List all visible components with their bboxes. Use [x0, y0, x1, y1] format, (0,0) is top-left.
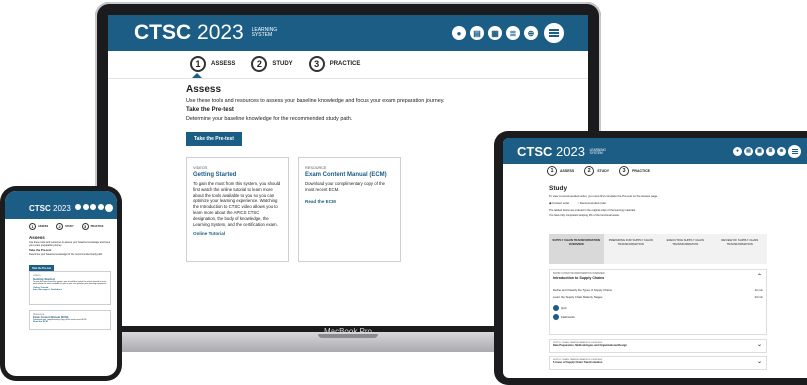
pretest-heading: Take the Pre-test — [186, 107, 234, 113]
section-five-areas[interactable]: SUPPLY CHAIN TRANSFORMATION OVERVIEW 5 A… — [549, 356, 767, 370]
chevron-up-icon[interactable]: ⌃ — [757, 273, 762, 280]
app-header: CTSC 2023 LEARNING SYSTEM ● ▤ ▦ ≣ ⊕ — [108, 15, 588, 51]
page-intro: Use these tools and resources to assess … — [29, 241, 111, 247]
page-intro: Use these tools and resources to assess … — [186, 98, 445, 104]
chevron-down-icon[interactable]: ⌄ — [757, 341, 762, 348]
quiz-icon — [553, 305, 559, 311]
lesson-row[interactable]: Learn the Supply Chain Maturity Stages 23… — [553, 295, 763, 299]
section-title[interactable]: Introduction to Supply Chains — [553, 276, 763, 280]
card-body: To gain the most from this system, you s… — [193, 181, 281, 227]
step-practice[interactable]: 3 PRACTICE — [81, 223, 103, 230]
card-title: Getting Started — [193, 172, 237, 178]
read-ecm-link[interactable]: Read the ECM — [305, 199, 394, 204]
section-introduction: SUPPLY CHAIN TRANSFORMATION OVERVIEW Int… — [549, 269, 767, 335]
section-data-preparation[interactable]: SUPPLY CHAIN TRANSFORMATION OVERVIEW Dat… — [549, 339, 767, 353]
chevron-down-icon[interactable]: ⌄ — [757, 358, 762, 365]
pretest-description: Determine your baseline knowledge for th… — [186, 116, 353, 122]
profile-icon[interactable]: ● — [452, 26, 466, 40]
tablet-header: CTSC 2023 LEARNING SYSTEM ● ▤ ▦ ≣ ⊕ — [503, 138, 807, 164]
calendar-icon[interactable] — [90, 204, 96, 210]
step-nav: 1 ASSESS 2 STUDY 3 PRACTICE — [29, 223, 103, 230]
list-icon[interactable]: ≣ — [506, 26, 520, 40]
page-title: Study — [549, 185, 568, 192]
card-body: Download your complimentary copy of the … — [305, 181, 386, 192]
menu-icon[interactable] — [788, 144, 801, 158]
intro-guidelines-link[interactable]: Intro Messages / Guidelines — [33, 289, 107, 291]
step-assess[interactable]: 1 ASSESS — [29, 223, 48, 230]
divider — [108, 78, 588, 79]
quiz-item[interactable]: Quiz — [553, 305, 763, 311]
step-study[interactable]: 2 STUDY — [56, 223, 74, 230]
lesson-row[interactable]: Define and Classify the Types of Supply … — [553, 288, 763, 292]
step-practice[interactable]: 3 PRACTICE — [619, 166, 650, 176]
phone-header: CTSC 2023 — [5, 191, 117, 219]
flashcards-icon — [553, 314, 559, 320]
catalog-icon[interactable]: ▤ — [470, 26, 484, 40]
catalog-icon[interactable] — [82, 204, 89, 210]
list-icon[interactable]: ≣ — [766, 146, 775, 156]
tab-executing[interactable]: EXECUTING SUPPLY CHAIN TRANSFORMATION — [658, 234, 713, 264]
laptop-notch — [318, 334, 378, 338]
step-assess[interactable]: 1 ASSESS — [547, 166, 574, 176]
catalog-icon[interactable]: ▤ — [744, 146, 753, 156]
step-study[interactable]: 2 STUDY — [584, 166, 609, 176]
step-assess[interactable]: 1 ASSESS — [190, 56, 235, 72]
recommended-order-radio[interactable]: ○ Recommended order — [577, 201, 606, 205]
card-title: Exam Content Manual (ECM) — [305, 172, 387, 178]
menu-icon[interactable] — [544, 23, 564, 43]
tab-preparing[interactable]: PREPARING FOR SUPPLY CHAIN TRANSFORMATIO… — [604, 234, 659, 264]
getting-started-card: VIDEOS Getting Started To gain the most … — [29, 271, 111, 305]
content-order-radio[interactable]: ◉ Content order — [549, 201, 569, 205]
profile-icon[interactable] — [75, 204, 81, 210]
getting-started-card: VIDEOS Getting Started To gain the most … — [186, 157, 289, 262]
flashcards-item[interactable]: Flashcards — [553, 314, 763, 320]
list-icon[interactable] — [97, 204, 104, 210]
pretest-description: Determine your baseline knowledge for th… — [29, 253, 103, 256]
brand-logo[interactable]: CTSC 2023 LEARNING SYSTEM — [517, 144, 606, 159]
page-title: Assess — [29, 235, 45, 240]
card-body: To gain the most from this system, you s… — [33, 281, 107, 286]
calendar-icon[interactable]: ▦ — [755, 146, 764, 156]
page-intro: To view a recommended order, you must fi… — [549, 194, 658, 198]
take-pretest-button[interactable]: Take the Pre-test — [186, 132, 242, 146]
tab-review[interactable]: REVIEW OF SUPPLY CHAIN TRANSFORMATION — [713, 234, 768, 264]
pretest-heading: Take the Pre-test — [29, 248, 52, 252]
profile-icon[interactable]: ● — [733, 146, 742, 156]
calendar-icon[interactable]: ▦ — [488, 26, 502, 40]
order-radio-group: ◉ Content order ○ Recommended order — [549, 201, 779, 205]
step-nav: 1 ASSESS 2 STUDY 3 PRACTICE — [190, 56, 360, 72]
functional-area-tabs: SUPPLY CHAIN TRANSFORMATION OVERVIEW PRE… — [549, 234, 767, 264]
brand-logo[interactable]: CTSC 2023 LEARNING SYSTEM — [134, 21, 277, 45]
step-practice[interactable]: 3 PRACTICE — [308, 56, 360, 72]
step-nav: 1 ASSESS 2 STUDY 3 PRACTICE — [547, 166, 650, 176]
page-title: Assess — [186, 84, 222, 95]
tab-overview[interactable]: SUPPLY CHAIN TRANSFORMATION OVERVIEW — [549, 234, 604, 264]
menu-icon[interactable] — [105, 204, 113, 212]
tablet-screen: CTSC 2023 LEARNING SYSTEM ● ▤ ▦ ≣ ⊕ 1 ASSE… — [503, 138, 807, 378]
phone-screen: CTSC 2023 1 ASSESS 2 STUDY 3 PRACTICE Asses… — [5, 191, 117, 376]
network-icon[interactable]: ⊕ — [777, 146, 786, 156]
brand-logo[interactable]: CTSC 2023 — [29, 204, 71, 213]
ecm-card: RESOURCE Exam Content Manual (ECM) Downl… — [29, 310, 111, 330]
read-ecm-link[interactable]: Read the ECM — [33, 321, 107, 323]
network-icon[interactable]: ⊕ — [524, 26, 538, 40]
step-study[interactable]: 2 STUDY — [251, 56, 293, 72]
online-tutorial-link[interactable]: Online Tutorial — [193, 231, 282, 236]
ecm-card: RESOURCE Exam Content Manual (ECM) Downl… — [298, 157, 401, 262]
